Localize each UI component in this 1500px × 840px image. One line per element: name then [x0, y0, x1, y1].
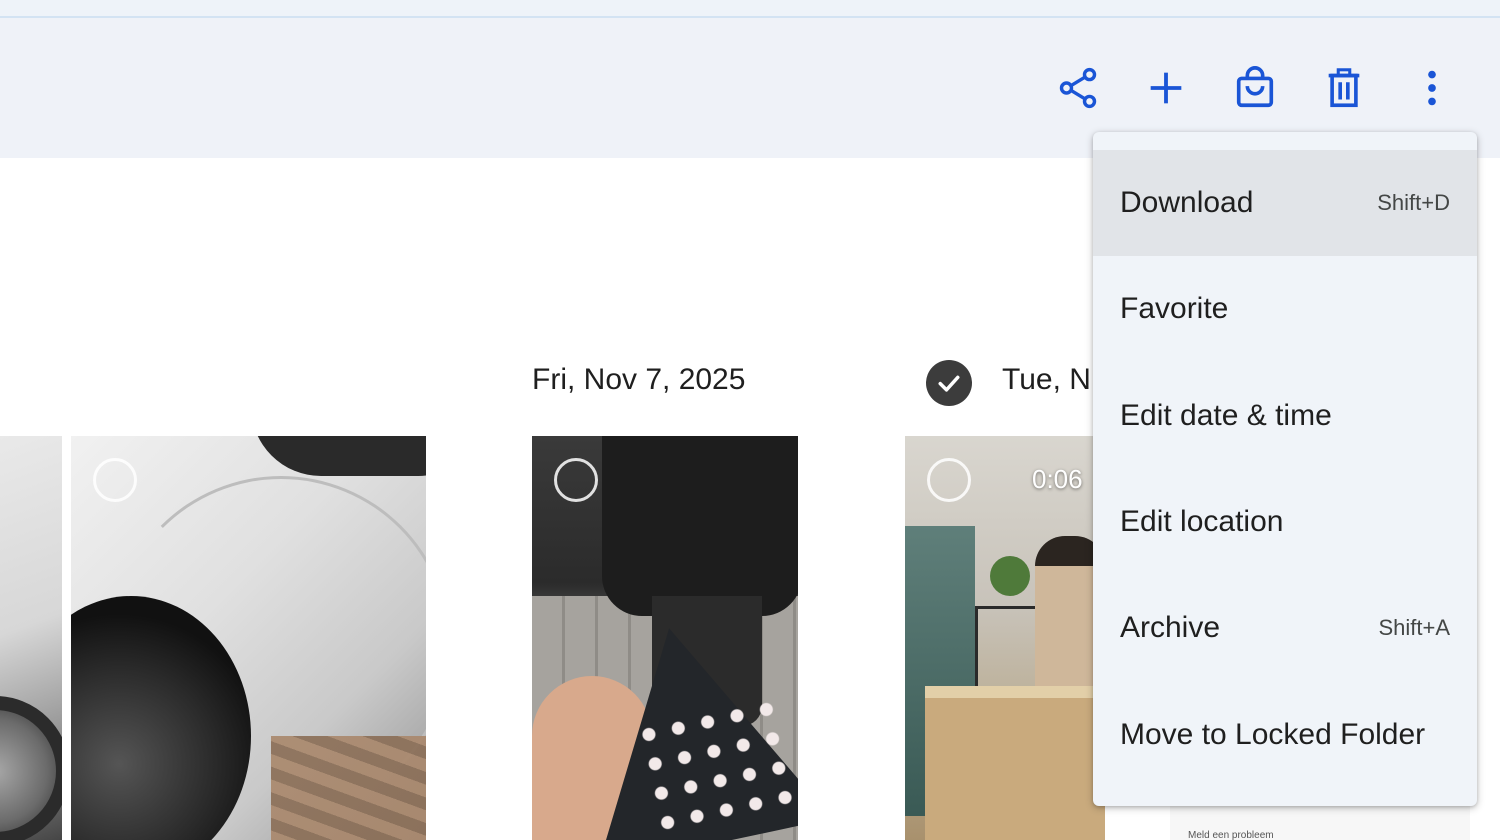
photo-content — [602, 436, 798, 616]
more-options-menu: Download Shift+D Favorite Edit date & ti… — [1093, 132, 1477, 806]
photo-thumbnail[interactable] — [532, 436, 798, 840]
menu-item-archive[interactable]: Archive Shift+A — [1093, 575, 1477, 681]
menu-item-label: Download — [1120, 186, 1254, 220]
menu-item-label: Archive — [1120, 611, 1221, 645]
share-button[interactable] — [1050, 60, 1106, 116]
menu-item-move-to-locked-folder[interactable]: Move to Locked Folder — [1093, 681, 1477, 787]
trash-icon — [1328, 68, 1360, 108]
menu-item-shortcut: Shift+A — [1378, 615, 1450, 641]
photo-content — [251, 436, 426, 476]
video-duration: 0:06 — [1032, 464, 1083, 494]
date-group-select-button[interactable] — [926, 360, 972, 406]
checkmark-icon — [938, 375, 960, 392]
more-options-button[interactable] — [1404, 60, 1460, 116]
share-icon — [1059, 67, 1097, 109]
order-photos-button[interactable] — [1227, 60, 1283, 116]
menu-item-label: Favorite — [1120, 292, 1229, 326]
photo-content — [271, 736, 426, 840]
menu-item-label: Edit date & time — [1120, 398, 1332, 432]
menu-item-label: Move to Locked Folder — [1120, 717, 1426, 751]
menu-item-edit-date-time[interactable]: Edit date & time — [1093, 363, 1477, 469]
photo-select-checkbox[interactable] — [93, 458, 137, 502]
date-heading: Fri, Nov 7, 2025 — [532, 363, 746, 396]
video-thumbnail[interactable]: 0:06 — [905, 436, 1105, 840]
document-text: Meld een probleem — [1188, 830, 1274, 840]
photo-select-checkbox[interactable] — [927, 458, 971, 502]
photo-thumbnail[interactable] — [0, 436, 62, 840]
add-icon — [1150, 72, 1182, 104]
delete-button[interactable] — [1316, 60, 1372, 116]
shopping-bag-icon — [1236, 66, 1274, 108]
menu-item-label: Edit location — [1120, 505, 1284, 539]
date-heading: Tue, N — [1002, 363, 1091, 396]
menu-item-shortcut: Shift+D — [1377, 190, 1450, 216]
photo-select-checkbox[interactable] — [554, 458, 598, 502]
menu-item-download[interactable]: Download Shift+D — [1093, 150, 1477, 257]
photo-content — [925, 686, 1105, 840]
menu-item-favorite[interactable]: Favorite — [1093, 256, 1477, 362]
menu-item-edit-location[interactable]: Edit location — [1093, 469, 1477, 575]
more-vert-icon — [1428, 70, 1436, 106]
browser-top-strip — [0, 0, 1500, 18]
photo-thumbnail[interactable] — [71, 436, 426, 840]
photo-content — [990, 556, 1030, 596]
add-to-album-button[interactable] — [1138, 60, 1194, 116]
photo-content — [0, 696, 62, 840]
